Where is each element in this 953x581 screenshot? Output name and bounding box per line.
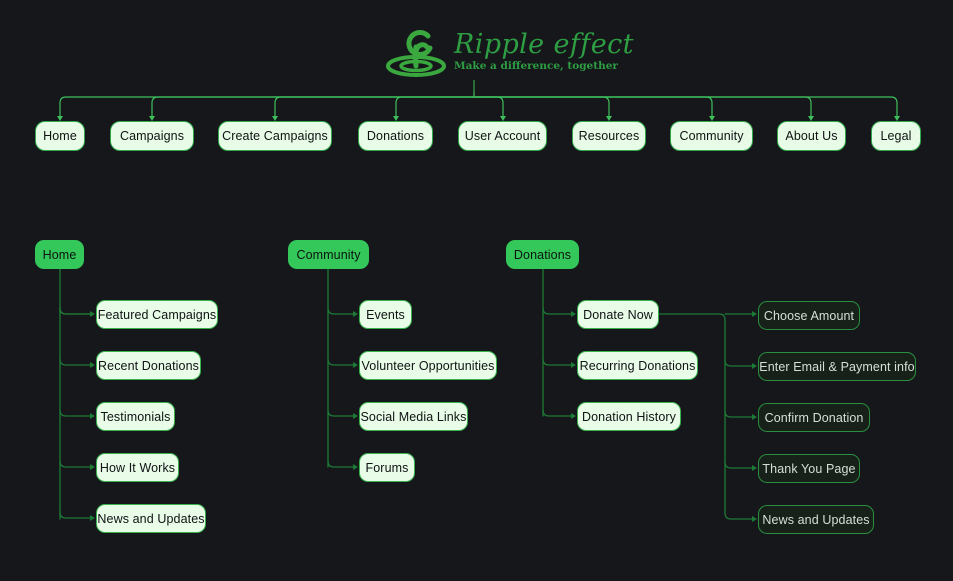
nav-item-user-account[interactable]: User Account [458,121,547,151]
section-head-donations[interactable]: Donations [506,240,579,269]
node-recurring-donations[interactable]: Recurring Donations [577,351,698,380]
node-testimonials[interactable]: Testimonials [96,402,175,431]
node-enter-email-payment-info[interactable]: Enter Email & Payment info [758,352,916,381]
section-head-home[interactable]: Home [35,240,84,269]
node-events[interactable]: Events [359,300,412,329]
nav-item-campaigns[interactable]: Campaigns [110,121,194,151]
brand-tagline: Make a difference, together [454,59,618,72]
sitemap-canvas: Ripple effect Make a difference, togethe… [0,0,953,581]
node-volunteer-opportunities[interactable]: Volunteer Opportunities [359,351,497,380]
node-confirm-donation[interactable]: Confirm Donation [758,403,870,432]
node-social-media-links[interactable]: Social Media Links [359,402,468,431]
node-featured-campaigns[interactable]: Featured Campaigns [96,300,218,329]
node-recent-donations[interactable]: Recent Donations [96,351,201,380]
nav-item-about-us[interactable]: About Us [777,121,846,151]
nav-item-community[interactable]: Community [670,121,753,151]
node-news-and-updates-donations[interactable]: News and Updates [758,505,874,534]
node-forums[interactable]: Forums [359,453,415,482]
nav-item-resources[interactable]: Resources [572,121,646,151]
section-head-community[interactable]: Community [288,240,369,269]
node-donation-history[interactable]: Donation History [577,402,681,431]
water-droplet-ripple-icon [386,22,446,78]
nav-item-donations[interactable]: Donations [358,121,433,151]
node-thank-you-page[interactable]: Thank You Page [758,454,860,483]
brand-logo: Ripple effect Make a difference, togethe… [386,22,634,78]
nav-item-create-campaigns[interactable]: Create Campaigns [218,121,332,151]
nav-item-home[interactable]: Home [35,121,85,151]
node-donate-now[interactable]: Donate Now [577,300,659,329]
nav-item-legal[interactable]: Legal [871,121,921,151]
node-choose-amount[interactable]: Choose Amount [758,301,860,330]
brand-name: Ripple effect [454,28,634,60]
connector-lines [57,80,900,522]
node-news-and-updates-home[interactable]: News and Updates [96,504,206,533]
node-how-it-works[interactable]: How It Works [96,453,179,482]
